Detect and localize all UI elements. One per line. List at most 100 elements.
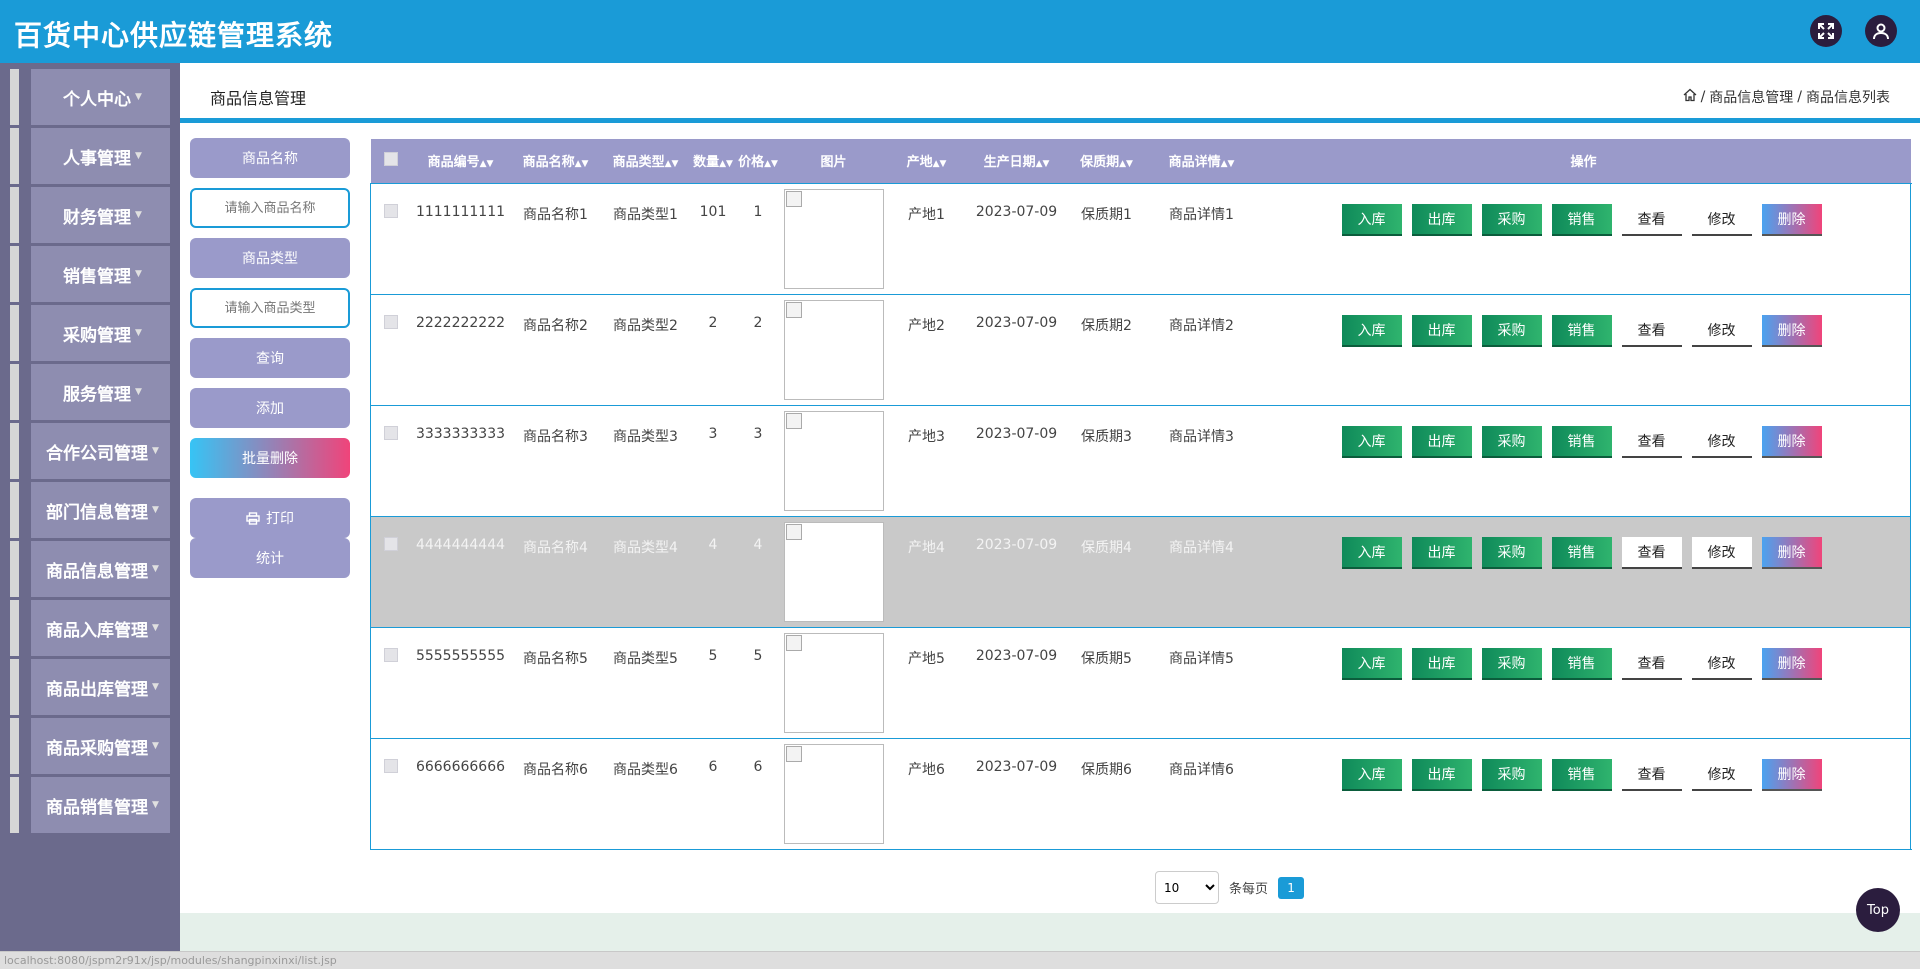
row-checkbox[interactable] bbox=[383, 647, 398, 662]
sidebar-item[interactable]: 销售管理 ▼ bbox=[10, 246, 170, 302]
column-header[interactable]: 商品编号▲▼ bbox=[411, 139, 511, 183]
delete-button[interactable]: 删除 bbox=[1761, 203, 1822, 236]
purchase-button[interactable]: 采购 bbox=[1481, 203, 1542, 236]
edit-button[interactable]: 修改 bbox=[1691, 203, 1752, 236]
page-number-button[interactable]: 1 bbox=[1278, 876, 1305, 899]
sidebar-item[interactable]: 合作公司管理 ▼ bbox=[10, 423, 170, 479]
view-button[interactable]: 查看 bbox=[1621, 647, 1682, 680]
sidebar-item[interactable]: 商品出库管理 ▼ bbox=[10, 659, 170, 715]
view-button[interactable]: 查看 bbox=[1621, 203, 1682, 236]
sale-button[interactable]: 销售 bbox=[1551, 647, 1612, 680]
print-button[interactable]: 打印 bbox=[190, 498, 350, 538]
breadcrumb-item[interactable]: 商品信息管理 bbox=[1709, 87, 1793, 107]
sort-icon[interactable]: ▲▼ bbox=[575, 159, 589, 169]
sidebar-item[interactable]: 商品信息管理 ▼ bbox=[10, 541, 170, 597]
view-button[interactable]: 查看 bbox=[1621, 425, 1682, 458]
column-header[interactable]: 保质期▲▼ bbox=[1067, 139, 1147, 183]
stock-out-button[interactable]: 出库 bbox=[1411, 314, 1472, 347]
row-checkbox[interactable] bbox=[383, 203, 398, 218]
delete-button[interactable]: 删除 bbox=[1761, 758, 1822, 791]
stock-out-button[interactable]: 出库 bbox=[1411, 536, 1472, 569]
sort-icon[interactable]: ▲▼ bbox=[1119, 159, 1133, 169]
sidebar-item[interactable]: 商品采购管理 ▼ bbox=[10, 718, 170, 774]
edit-button[interactable]: 修改 bbox=[1691, 758, 1752, 791]
sidebar-item[interactable]: 个人中心 ▼ bbox=[10, 69, 170, 125]
product-name-input[interactable] bbox=[190, 188, 350, 228]
column-header[interactable]: 商品类型▲▼ bbox=[601, 139, 691, 183]
delete-button[interactable]: 删除 bbox=[1761, 647, 1822, 680]
column-header[interactable]: 生产日期▲▼ bbox=[967, 139, 1067, 183]
stock-in-button[interactable]: 入库 bbox=[1341, 647, 1402, 680]
column-header[interactable]: 价格▲▼ bbox=[736, 139, 781, 183]
row-checkbox[interactable] bbox=[383, 314, 398, 329]
column-header[interactable]: 商品名称▲▼ bbox=[511, 139, 601, 183]
edit-button[interactable]: 修改 bbox=[1691, 425, 1752, 458]
purchase-button[interactable]: 采购 bbox=[1481, 314, 1542, 347]
query-button[interactable]: 查询 bbox=[190, 338, 350, 378]
stock-out-button[interactable]: 出库 bbox=[1411, 647, 1472, 680]
row-checkbox[interactable] bbox=[383, 758, 398, 773]
stock-in-button[interactable]: 入库 bbox=[1341, 425, 1402, 458]
sale-button[interactable]: 销售 bbox=[1551, 425, 1612, 458]
fullscreen-icon[interactable] bbox=[1810, 15, 1842, 47]
sidebar-item[interactable]: 采购管理 ▼ bbox=[10, 305, 170, 361]
view-button[interactable]: 查看 bbox=[1621, 314, 1682, 347]
purchase-button[interactable]: 采购 bbox=[1481, 536, 1542, 569]
home-icon[interactable] bbox=[1683, 88, 1697, 106]
sort-icon[interactable]: ▲▼ bbox=[933, 159, 947, 169]
table-row[interactable]: 6666666666 商品名称6 商品类型6 6 6 产地6 2023-07-09 保质期6 商… bbox=[370, 737, 1911, 850]
stock-in-button[interactable]: 入库 bbox=[1341, 203, 1402, 236]
delete-button[interactable]: 删除 bbox=[1761, 425, 1822, 458]
stock-in-button[interactable]: 入库 bbox=[1341, 536, 1402, 569]
sidebar-item[interactable]: 财务管理 ▼ bbox=[10, 187, 170, 243]
sidebar-item[interactable]: 商品销售管理 ▼ bbox=[10, 777, 170, 833]
sort-icon[interactable]: ▲▼ bbox=[719, 159, 733, 169]
sale-button[interactable]: 销售 bbox=[1551, 203, 1612, 236]
edit-button[interactable]: 修改 bbox=[1691, 314, 1752, 347]
stats-button[interactable]: 统计 bbox=[190, 538, 350, 578]
stock-out-button[interactable]: 出库 bbox=[1411, 425, 1472, 458]
table-row[interactable]: 1111111111 商品名称1 商品类型1 101 1 产地1 2023-07-09 保质期… bbox=[370, 182, 1911, 294]
sale-button[interactable]: 销售 bbox=[1551, 758, 1612, 791]
sort-icon[interactable]: ▲▼ bbox=[480, 159, 494, 169]
sidebar-item[interactable]: 商品入库管理 ▼ bbox=[10, 600, 170, 656]
sale-button[interactable]: 销售 bbox=[1551, 536, 1612, 569]
back-to-top-button[interactable]: Top bbox=[1856, 888, 1900, 932]
view-button[interactable]: 查看 bbox=[1621, 536, 1682, 569]
stock-out-button[interactable]: 出库 bbox=[1411, 203, 1472, 236]
edit-button[interactable]: 修改 bbox=[1691, 647, 1752, 680]
table-row[interactable]: 3333333333 商品名称3 商品类型3 3 3 产地3 2023-07-09 保质期3 商… bbox=[370, 404, 1911, 516]
user-icon[interactable] bbox=[1865, 15, 1897, 47]
page-size-select[interactable]: 10 bbox=[1155, 871, 1219, 904]
edit-button[interactable]: 修改 bbox=[1691, 536, 1752, 569]
table-row[interactable]: 4444444444 商品名称4 商品类型4 4 4 产地4 2023-07-09 保质期4 商… bbox=[370, 515, 1911, 627]
stock-out-button[interactable]: 出库 bbox=[1411, 758, 1472, 791]
sidebar-item[interactable]: 人事管理 ▼ bbox=[10, 128, 170, 184]
sale-button[interactable]: 销售 bbox=[1551, 314, 1612, 347]
sidebar-item[interactable]: 部门信息管理 ▼ bbox=[10, 482, 170, 538]
sort-icon[interactable]: ▲▼ bbox=[665, 159, 679, 169]
stock-in-button[interactable]: 入库 bbox=[1341, 758, 1402, 791]
batch-delete-button[interactable]: 批量删除 bbox=[190, 438, 350, 478]
row-checkbox[interactable] bbox=[383, 536, 398, 551]
purchase-button[interactable]: 采购 bbox=[1481, 647, 1542, 680]
table-row[interactable]: 2222222222 商品名称2 商品类型2 2 2 产地2 2023-07-09 保质期2 商… bbox=[370, 293, 1911, 405]
delete-button[interactable]: 删除 bbox=[1761, 314, 1822, 347]
row-checkbox[interactable] bbox=[383, 425, 398, 440]
view-button[interactable]: 查看 bbox=[1621, 758, 1682, 791]
table-row[interactable]: 5555555555 商品名称5 商品类型5 5 5 产地5 2023-07-09 保质期5 商… bbox=[370, 626, 1911, 738]
sidebar-item[interactable]: 服务管理 ▼ bbox=[10, 364, 170, 420]
sort-icon[interactable]: ▲▼ bbox=[764, 159, 778, 169]
purchase-button[interactable]: 采购 bbox=[1481, 758, 1542, 791]
product-type-input[interactable] bbox=[190, 288, 350, 328]
sort-icon[interactable]: ▲▼ bbox=[1221, 159, 1235, 169]
delete-button[interactable]: 删除 bbox=[1761, 536, 1822, 569]
select-all-checkbox[interactable] bbox=[383, 151, 398, 166]
column-header[interactable]: 产地▲▼ bbox=[887, 139, 967, 183]
stock-in-button[interactable]: 入库 bbox=[1341, 314, 1402, 347]
column-header[interactable]: 商品详情▲▼ bbox=[1147, 139, 1257, 183]
purchase-button[interactable]: 采购 bbox=[1481, 425, 1542, 458]
add-button[interactable]: 添加 bbox=[190, 388, 350, 428]
sort-icon[interactable]: ▲▼ bbox=[1036, 159, 1050, 169]
column-header[interactable]: 数量▲▼ bbox=[691, 139, 736, 183]
